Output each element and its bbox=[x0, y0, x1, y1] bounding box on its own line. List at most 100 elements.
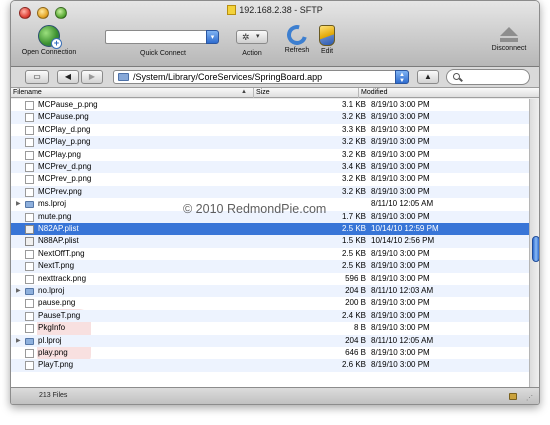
file-size: 2.5 KB bbox=[341, 248, 366, 258]
file-modified: 8/19/10 3:00 PM bbox=[371, 124, 430, 134]
file-icon bbox=[25, 349, 34, 358]
disclosure-triangle-icon[interactable]: ▶ bbox=[16, 198, 21, 210]
file-size: 3.4 KB bbox=[341, 162, 366, 171]
disclosure-triangle-icon[interactable]: ▶ bbox=[16, 335, 21, 347]
file-modified: 8/19/10 3:00 PM bbox=[371, 360, 430, 370]
file-size: 3.2 KB bbox=[341, 137, 366, 147]
file-row[interactable]: MCPrev_d.png 3.4 KB 8/19/10 3:00 PM bbox=[11, 161, 529, 174]
refresh-label: Refresh bbox=[284, 47, 310, 54]
file-size: 3.2 KB bbox=[341, 149, 366, 159]
edit-button[interactable]: Edit bbox=[314, 25, 340, 55]
quick-connect-label: Quick Connect bbox=[140, 50, 186, 57]
file-modified: 8/19/10 3:00 PM bbox=[371, 137, 430, 147]
file-modified: 8/19/10 3:00 PM bbox=[371, 248, 430, 258]
path-dropdown-button[interactable]: ▲ ▼ bbox=[395, 70, 409, 84]
column-header: Filename ▲ Size Modified bbox=[11, 88, 539, 98]
quick-connect-dropdown[interactable]: ▾ bbox=[206, 30, 219, 44]
file-name: MCPause.png bbox=[38, 112, 89, 122]
refresh-icon bbox=[283, 21, 311, 49]
watermark-text: © 2010 RedmondPie.com bbox=[183, 202, 327, 216]
file-row[interactable]: MCPlay_p.png 3.2 KB 8/19/10 3:00 PM bbox=[11, 136, 529, 149]
updown-arrows-icon: ▲ ▼ bbox=[399, 72, 405, 84]
file-row[interactable]: nexttrack.png 596 B 8/19/10 3:00 PM bbox=[11, 273, 529, 285]
refresh-button[interactable]: Refresh bbox=[281, 21, 313, 54]
file-row[interactable]: MCPlay_d.png 3.3 KB 8/19/10 3:00 PM bbox=[11, 124, 529, 136]
file-row[interactable]: pause.png 200 B 8/19/10 3:00 PM bbox=[11, 297, 529, 309]
file-name: pl.lproj bbox=[38, 335, 62, 345]
file-row[interactable]: NextOffT.png 2.5 KB 8/19/10 3:00 PM bbox=[11, 248, 529, 260]
disclosure-triangle-icon[interactable]: ▶ bbox=[16, 285, 21, 297]
file-modified: 8/11/10 12:05 AM bbox=[371, 335, 434, 345]
file-row[interactable]: PlayT.png 2.6 KB 8/19/10 3:00 PM bbox=[11, 359, 529, 372]
status-bar: 213 Files ⋰ bbox=[11, 387, 539, 404]
search-field[interactable] bbox=[446, 69, 530, 85]
file-modified: 8/19/10 3:00 PM bbox=[371, 310, 430, 320]
scrollbar-thumb[interactable] bbox=[532, 236, 539, 262]
file-name: NextT.png bbox=[38, 261, 75, 271]
file-row[interactable]: play.png 646 B 8/19/10 3:00 PM bbox=[11, 347, 529, 359]
file-icon bbox=[25, 101, 34, 110]
resize-grip-icon[interactable]: ⋰ bbox=[526, 394, 533, 402]
folder-icon bbox=[25, 337, 34, 345]
file-size: 200 B bbox=[345, 298, 366, 308]
file-icon bbox=[25, 212, 34, 222]
file-row[interactable]: ▶ no.lproj 204 B 8/11/10 12:03 AM bbox=[11, 285, 529, 298]
file-size: 3.2 KB bbox=[341, 174, 366, 184]
file-name: play.png bbox=[38, 348, 68, 357]
file-icon bbox=[25, 274, 34, 284]
file-row[interactable]: MCPrev_p.png 3.2 KB 8/19/10 3:00 PM bbox=[11, 173, 529, 185]
file-icon bbox=[25, 225, 34, 234]
action-menu-button[interactable]: ✲ ▾ bbox=[236, 30, 268, 44]
file-row[interactable]: N88AP.plist 1.5 KB 10/14/10 2:56 PM bbox=[11, 235, 529, 248]
file-modified: 8/11/10 12:05 AM bbox=[371, 199, 434, 209]
file-modified: 8/19/10 3:00 PM bbox=[371, 211, 430, 221]
edit-icon bbox=[319, 25, 335, 46]
folder-icon bbox=[25, 201, 34, 209]
disconnect-button[interactable]: Disconnect bbox=[485, 25, 533, 52]
file-row[interactable]: MCPlay.png 3.2 KB 8/19/10 3:00 PM bbox=[11, 149, 529, 161]
file-size: 596 B bbox=[345, 273, 366, 283]
file-size: 2.4 KB bbox=[341, 310, 366, 320]
file-modified: 8/19/10 3:00 PM bbox=[371, 298, 430, 308]
modified-column-header[interactable]: Modified bbox=[359, 88, 529, 98]
vertical-scrollbar[interactable] bbox=[529, 99, 539, 387]
file-row[interactable]: N82AP.plist 2.5 KB 10/14/10 12:59 PM bbox=[11, 223, 529, 236]
parent-directory-button[interactable]: ▲ bbox=[417, 70, 439, 84]
back-button[interactable]: ◀ bbox=[57, 70, 79, 84]
size-column-header[interactable]: Size bbox=[254, 88, 359, 98]
file-icon bbox=[25, 175, 34, 185]
open-connection-label: Open Connection bbox=[21, 49, 77, 56]
filename-column-header[interactable]: Filename bbox=[11, 88, 254, 98]
file-modified: 8/11/10 12:03 AM bbox=[371, 286, 434, 295]
file-row[interactable]: NextT.png 2.5 KB 8/19/10 3:00 PM bbox=[11, 260, 529, 273]
file-modified: 8/19/10 3:00 PM bbox=[371, 100, 430, 109]
file-name: MCPlay_d.png bbox=[38, 124, 91, 134]
action-label: Action bbox=[242, 50, 262, 57]
file-row[interactable]: MCPause.png 3.2 KB 8/19/10 3:00 PM bbox=[11, 111, 529, 124]
forward-button[interactable]: ▶ bbox=[81, 70, 103, 84]
file-row[interactable]: MCPrev.png 3.2 KB 8/19/10 3:00 PM bbox=[11, 185, 529, 199]
file-name: ms.lproj bbox=[38, 199, 67, 209]
quick-connect-label-wrap: Quick Connect bbox=[123, 48, 203, 57]
file-size: 2.5 KB bbox=[341, 261, 366, 271]
open-connection-button[interactable]: + Open Connection bbox=[19, 25, 79, 56]
window-title-area: 192.168.2.38 - SFTP bbox=[11, 5, 539, 15]
file-name: pause.png bbox=[38, 298, 76, 308]
path-select[interactable]: /System/Library/CoreServices/SpringBoard… bbox=[113, 70, 409, 84]
file-name: MCPlay.png bbox=[38, 149, 81, 159]
file-icon bbox=[25, 138, 34, 148]
file-size: 2.6 KB bbox=[341, 360, 366, 370]
file-name: MCPlay_p.png bbox=[38, 137, 91, 147]
size-header-label: Size bbox=[256, 89, 270, 96]
action-label-wrap: Action bbox=[229, 48, 275, 57]
file-size: 204 B bbox=[345, 335, 366, 345]
file-list[interactable]: MCPause_p.png 3.1 KB 8/19/10 3:00 PM MCPaus… bbox=[11, 99, 529, 387]
file-row[interactable]: PauseT.png 2.4 KB 8/19/10 3:00 PM bbox=[11, 309, 529, 323]
file-row[interactable]: PkgInfo 8 B 8/19/10 3:00 PM bbox=[11, 322, 529, 334]
bookmarks-button[interactable]: ▭ bbox=[25, 70, 49, 84]
quick-connect-input[interactable] bbox=[105, 30, 208, 44]
file-icon bbox=[25, 113, 34, 123]
path-bar: ▭ ◀ ▶ /System/Library/CoreServices/Sprin… bbox=[11, 67, 539, 88]
file-row[interactable]: MCPause_p.png 3.1 KB 8/19/10 3:00 PM bbox=[11, 99, 529, 111]
file-row[interactable]: ▶ pl.lproj 204 B 8/11/10 12:05 AM bbox=[11, 334, 529, 347]
